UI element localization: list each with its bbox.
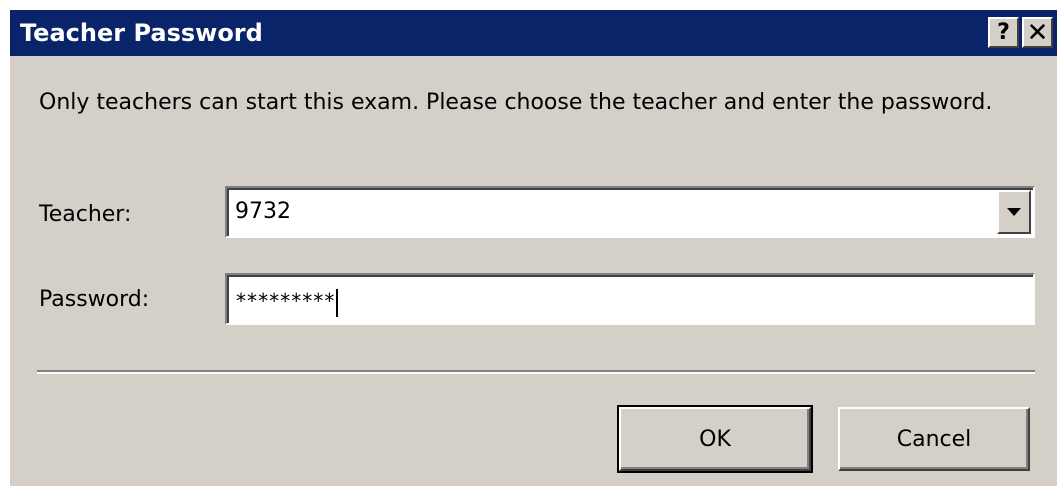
ok-button[interactable]: OK — [617, 405, 813, 473]
teacher-dropdown-button[interactable] — [997, 190, 1031, 234]
close-icon: ✕ — [1026, 17, 1049, 48]
window-title: Teacher Password — [20, 19, 263, 47]
chevron-down-icon — [1007, 208, 1021, 216]
teacher-password-dialog: Teacher Password ? ✕ Only teachers can s… — [10, 10, 1057, 486]
teacher-dropdown[interactable]: 9732 — [225, 186, 1035, 238]
text-caret — [336, 288, 339, 317]
password-masked-value: ********* — [235, 287, 339, 317]
password-masked-text: ********* — [235, 289, 335, 313]
password-input[interactable]: ********* — [225, 273, 1035, 325]
password-label: Password: — [39, 287, 150, 312]
cancel-button[interactable]: Cancel — [838, 407, 1030, 471]
title-bar: Teacher Password ? ✕ — [10, 10, 1057, 56]
instruction-message: Only teachers can start this exam. Pleas… — [39, 90, 993, 115]
separator-line — [37, 370, 1035, 374]
teacher-label: Teacher: — [39, 202, 132, 227]
teacher-selected-value: 9732 — [235, 199, 291, 224]
close-button[interactable]: ✕ — [1022, 17, 1053, 48]
help-button[interactable]: ? — [988, 17, 1019, 48]
help-icon: ? — [997, 20, 1010, 45]
